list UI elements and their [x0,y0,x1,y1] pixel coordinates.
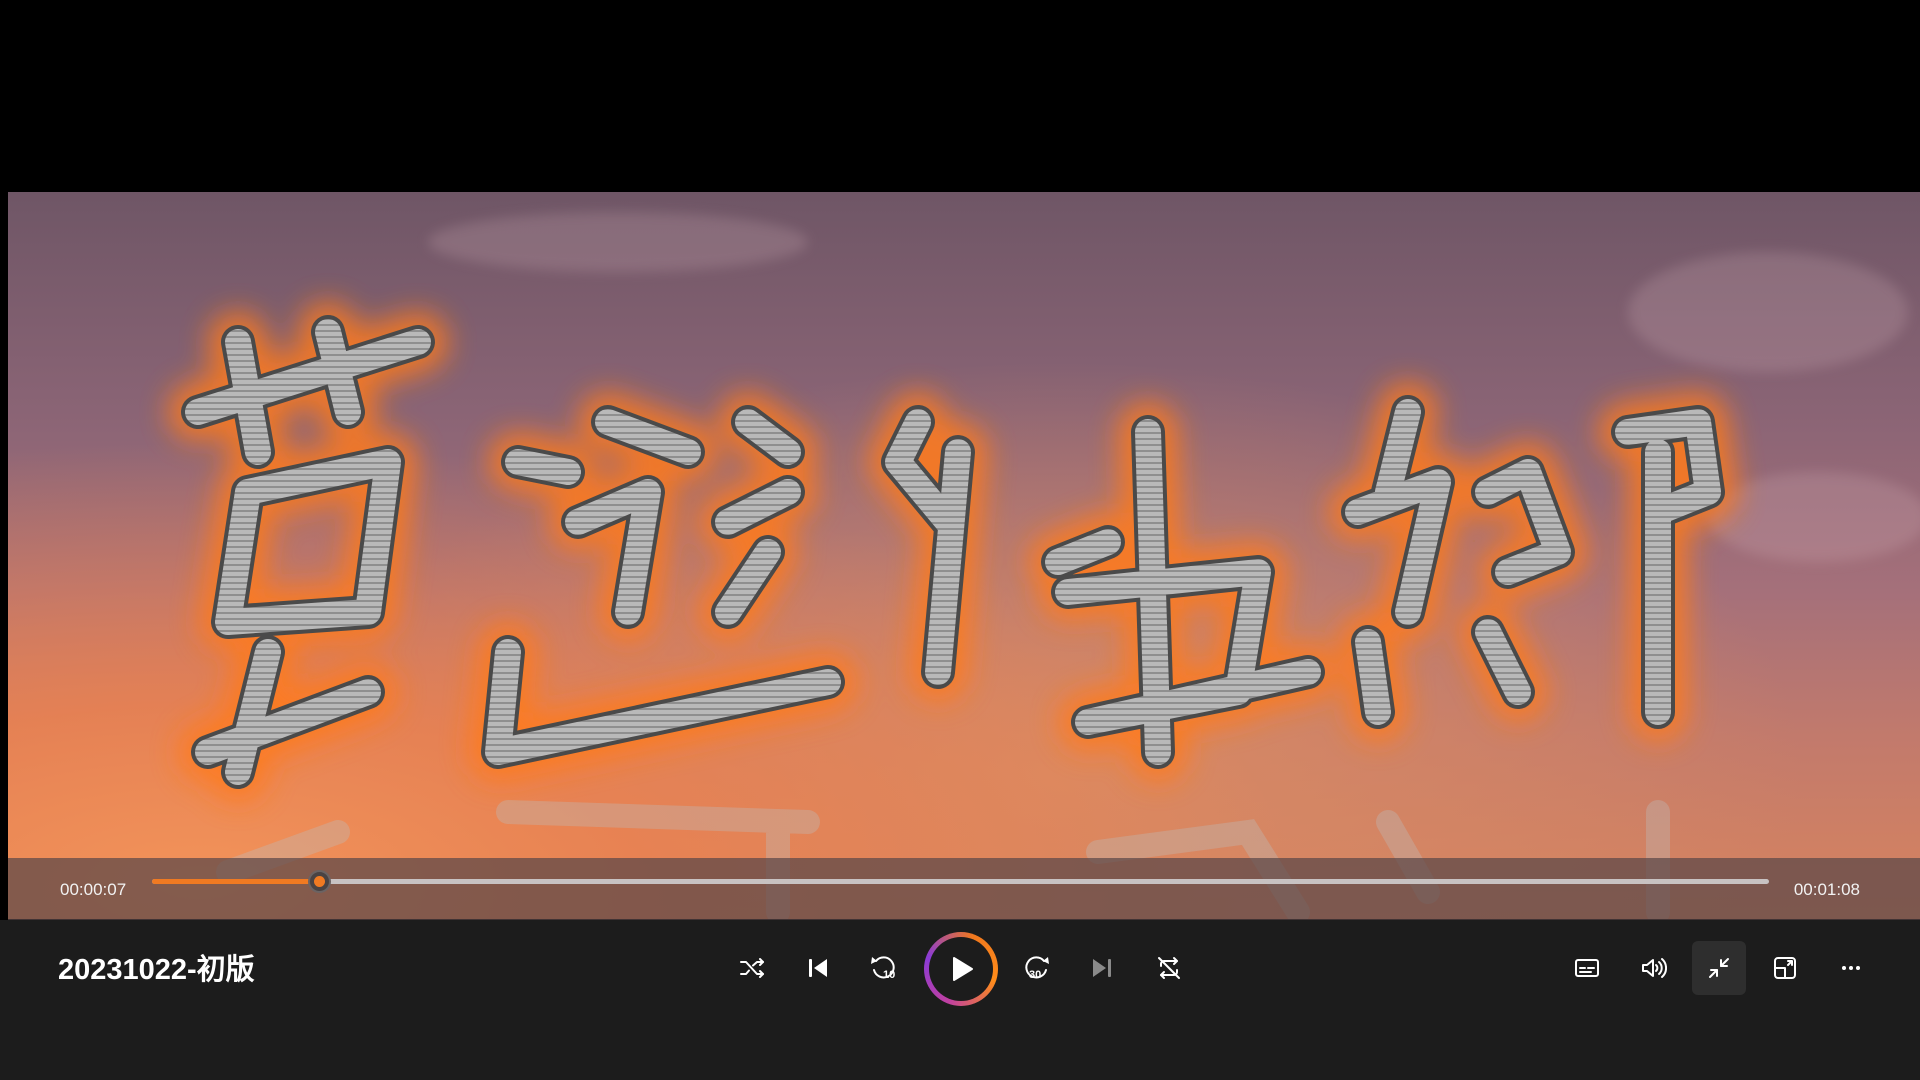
play-button-inner [929,937,993,1001]
more-options-button[interactable] [1824,941,1878,995]
captions-icon [1575,959,1599,977]
current-time: 00:00:07 [60,880,127,899]
shuffle-button[interactable] [725,941,779,995]
rewind-10-icon: 10 [871,956,895,981]
more-options-icon [1842,966,1860,970]
forward-30-button[interactable]: 30 [1010,941,1064,995]
forward-seconds-label: 30 [1029,969,1041,981]
previous-track-icon [809,959,827,977]
captions-button[interactable] [1560,941,1614,995]
exit-fullscreen-icon [1709,958,1729,978]
exit-fullscreen-button[interactable] [1692,941,1746,995]
volume-icon [1642,958,1667,978]
media-title: 20231022-初版 [58,954,255,986]
seek-bar-panel: 00:00:07 00:01:08 [8,858,1920,920]
next-button[interactable] [1075,941,1129,995]
video-frame[interactable] [8,192,1920,919]
play-button[interactable] [924,932,998,1006]
seek-slider[interactable] [152,870,1769,893]
repeat-button[interactable] [1142,941,1196,995]
rewind-10-button[interactable]: 10 [856,941,910,995]
forward-30-icon: 30 [1025,956,1049,981]
previous-button[interactable] [791,941,845,995]
volume-button[interactable] [1626,941,1680,995]
rewind-seconds-label: 10 [883,969,895,981]
video-caption-artwork [168,302,1738,919]
miniplayer-button[interactable] [1758,941,1812,995]
seek-progress-fill [152,879,319,884]
shuffle-icon [740,958,764,978]
play-icon [953,957,973,981]
seek-thumb[interactable] [307,870,331,893]
next-track-icon [1093,959,1111,977]
total-duration: 00:01:08 [1793,880,1860,899]
repeat-off-icon [1158,957,1180,979]
miniplayer-icon [1774,957,1796,979]
